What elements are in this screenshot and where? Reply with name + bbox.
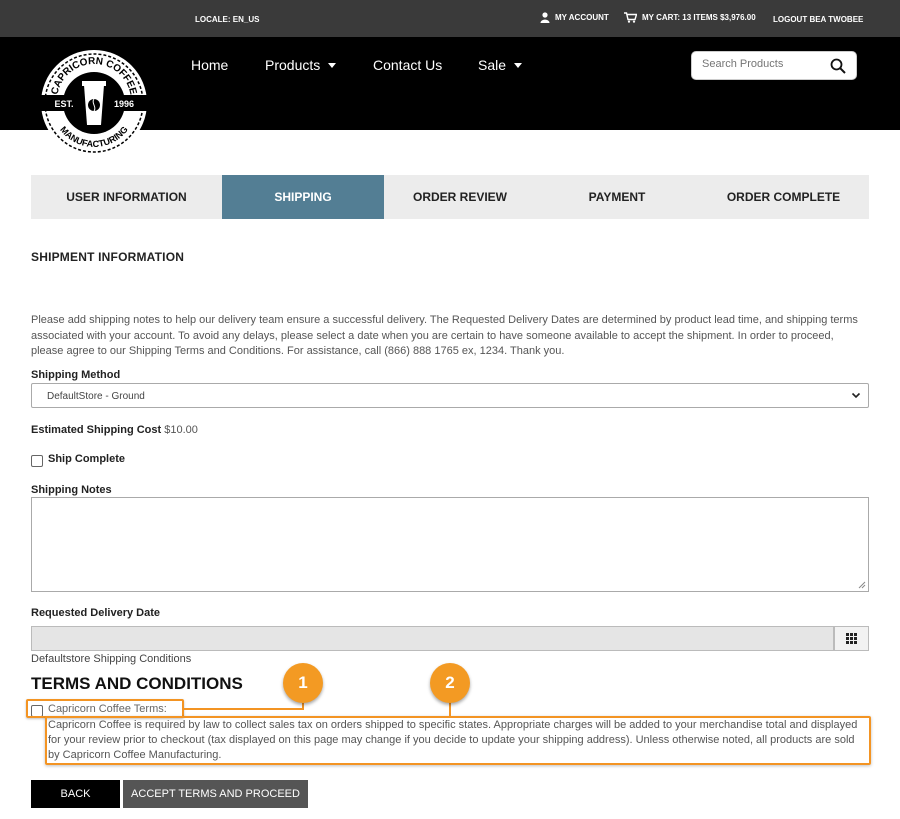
callout-highlight-2 [45, 716, 871, 765]
shipping-conditions-link[interactable]: Defaultstore Shipping Conditions [31, 653, 191, 665]
step-order-complete[interactable]: ORDER COMPLETE [698, 175, 869, 219]
shipping-notes-label: Shipping Notes [31, 484, 112, 496]
callout-connector-2 [449, 702, 451, 717]
shipping-method-select[interactable]: DefaultStore - Ground [31, 383, 869, 408]
terms-heading: TERMS AND CONDITIONS [31, 674, 243, 693]
step-shipping[interactable]: SHIPPING [222, 175, 384, 219]
step-user-information[interactable]: USER INFORMATION [31, 175, 222, 219]
search-box [691, 51, 857, 80]
shipment-heading: SHIPMENT INFORMATION [31, 250, 185, 264]
nav-products[interactable]: Products [265, 57, 337, 73]
shipping-method-label: Shipping Method [31, 369, 121, 381]
callout-badge-2: 2 [430, 663, 470, 703]
my-cart-link[interactable]: MY CART: 13 ITEMS $3,976.00 [624, 12, 756, 23]
my-account-label: MY ACCOUNT [555, 13, 609, 22]
shipping-cost: Estimated Shipping Cost $10.00 [31, 424, 198, 436]
my-account-link[interactable]: MY ACCOUNT [540, 12, 609, 23]
delivery-date-label: Requested Delivery Date [31, 607, 160, 619]
utility-bar: LOCALE: EN_US MY ACCOUNT MY CART: 13 ITE… [0, 0, 900, 37]
callout-badge-1: 1 [283, 663, 323, 703]
ship-complete-checkbox[interactable] [31, 455, 43, 467]
nav-sale[interactable]: Sale [478, 57, 523, 73]
calendar-button[interactable] [834, 626, 869, 651]
svg-text:1996: 1996 [114, 99, 134, 109]
shipment-intro: Please add shipping notes to help our de… [31, 314, 858, 357]
nav-contact-us[interactable]: Contact Us [373, 57, 442, 73]
search-icon[interactable] [830, 58, 846, 74]
accept-terms-button[interactable]: ACCEPT TERMS AND PROCEED [123, 780, 308, 808]
shipping-method-value: DefaultStore - Ground [47, 391, 145, 402]
logout-link[interactable]: LOGOUT BEA TWOBEE [773, 15, 863, 24]
ship-complete-label: Ship Complete [48, 453, 126, 465]
shipping-cost-value: $10.00 [164, 424, 198, 436]
step-order-review[interactable]: ORDER REVIEW [384, 175, 536, 219]
cart-summary: MY CART: 13 ITEMS $3,976.00 [642, 13, 756, 22]
callout-connector-1-h [182, 708, 304, 710]
chevron-down-icon [514, 62, 523, 68]
chevron-down-icon [851, 392, 861, 399]
calendar-grid-icon [846, 633, 857, 644]
user-icon [540, 12, 550, 23]
svg-text:EST.: EST. [54, 99, 73, 109]
brand-logo[interactable]: CAPRICORN COFFEE MANUFACTURING EST. 1996 [30, 45, 158, 156]
locale-label[interactable]: LOCALE: EN_US [195, 15, 259, 24]
checkout-steps: USER INFORMATION SHIPPING ORDER REVIEW P… [31, 175, 869, 219]
delivery-date-input[interactable] [31, 626, 834, 651]
shipping-notes-field[interactable] [31, 497, 869, 592]
resize-handle-icon[interactable] [858, 581, 866, 589]
chevron-down-icon [328, 62, 337, 68]
cart-icon [624, 12, 637, 23]
step-payment[interactable]: PAYMENT [536, 175, 698, 219]
search-input[interactable] [702, 58, 822, 70]
nav-home[interactable]: Home [191, 57, 228, 73]
back-button[interactable]: BACK [31, 780, 120, 808]
main-header: CAPRICORN COFFEE MANUFACTURING EST. 1996… [0, 37, 900, 156]
shipping-cost-label: Estimated Shipping Cost [31, 424, 162, 436]
